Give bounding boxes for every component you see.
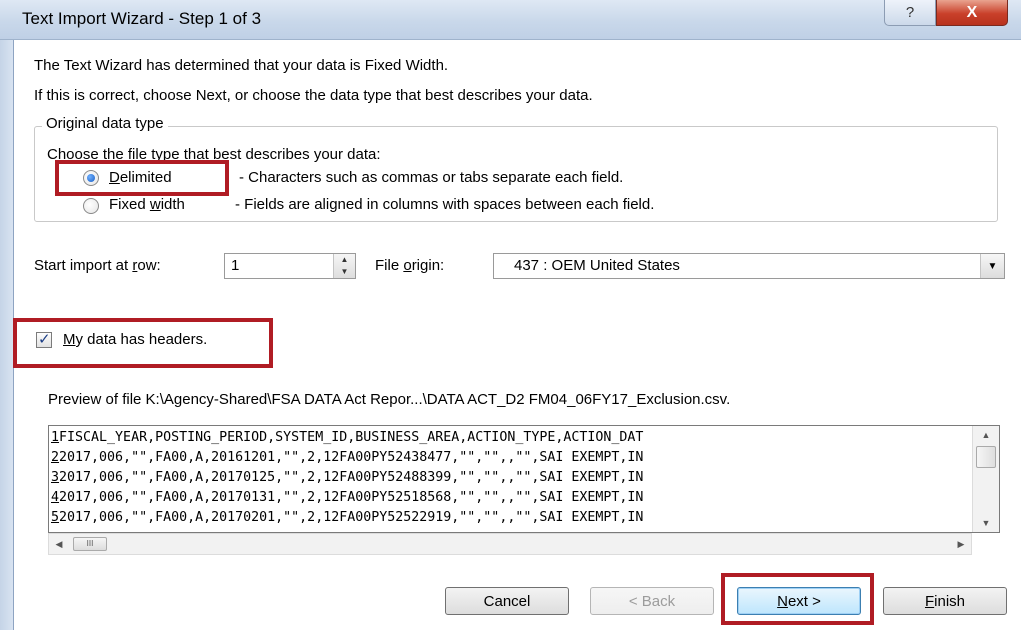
preview-vertical-scrollbar[interactable]: ▲ ▼ xyxy=(972,426,999,532)
next-highlight-box xyxy=(721,573,874,625)
fixed-width-description: - Fields are aligned in columns with spa… xyxy=(235,196,655,213)
preview-pane[interactable]: 1FISCAL_YEAR,POSTING_PERIOD,SYSTEM_ID,BU… xyxy=(48,425,1000,533)
spin-down-icon[interactable]: ▼ xyxy=(334,266,355,278)
preview-row: 52017,006,"",FA00,A,20170201,"",2,12FA00… xyxy=(51,510,644,525)
window-left-frame xyxy=(0,40,14,630)
vertical-scroll-thumb[interactable] xyxy=(976,446,996,468)
file-origin-select[interactable]: 437 : OEM United States ▼ xyxy=(493,253,1005,279)
finish-button[interactable]: Finish xyxy=(883,587,1007,615)
fixed-width-radio[interactable] xyxy=(83,198,99,214)
start-row-value: 1 xyxy=(231,257,240,274)
delimited-description: - Characters such as commas or tabs sepa… xyxy=(239,169,624,186)
delimited-highlight-box xyxy=(55,160,229,196)
close-button[interactable]: X xyxy=(936,0,1008,26)
dropdown-arrow-icon[interactable]: ▼ xyxy=(980,254,1004,278)
preview-row: 1FISCAL_YEAR,POSTING_PERIOD,SYSTEM_ID,BU… xyxy=(51,430,644,445)
cancel-button-label: Cancel xyxy=(483,592,531,610)
start-row-spinner[interactable]: 1 ▲ ▼ xyxy=(224,253,356,279)
preview-row: 32017,006,"",FA00,A,20170125,"",2,12FA00… xyxy=(51,470,644,485)
window-title: Text Import Wizard - Step 1 of 3 xyxy=(22,9,262,28)
preview-row: 42017,006,"",FA00,A,20170131,"",2,12FA00… xyxy=(51,490,644,505)
start-row-label: Start import at row: xyxy=(34,257,161,274)
finish-button-label: Finish xyxy=(924,592,966,610)
start-row-arrows[interactable]: ▲ ▼ xyxy=(333,254,355,278)
back-button[interactable]: < Back xyxy=(590,587,714,615)
scroll-right-icon[interactable]: ▶ xyxy=(951,534,971,554)
intro-line-1: The Text Wizard has determined that your… xyxy=(34,57,449,74)
preview-caption: Preview of file K:\Agency-Shared\FSA DAT… xyxy=(48,391,731,408)
group-legend: Original data type xyxy=(42,115,168,132)
horizontal-scroll-thumb[interactable]: III xyxy=(73,537,107,551)
close-icon: X xyxy=(966,3,978,21)
preview-row: 22017,006,"",FA00,A,20161201,"",2,12FA00… xyxy=(51,450,644,465)
file-origin-value: 437 : OEM United States xyxy=(514,257,680,274)
intro-line-2: If this is correct, choose Next, or choo… xyxy=(34,87,593,104)
help-icon: ? xyxy=(905,4,915,21)
fixed-width-label[interactable]: Fixed width xyxy=(109,196,185,213)
spin-up-icon[interactable]: ▲ xyxy=(334,254,355,266)
scroll-down-icon[interactable]: ▼ xyxy=(973,514,999,532)
cancel-button[interactable]: Cancel xyxy=(445,587,569,615)
file-origin-label: File origin: xyxy=(375,257,445,274)
preview-horizontal-scrollbar[interactable]: ◀ III ▶ xyxy=(48,533,972,555)
back-button-label: < Back xyxy=(628,592,676,610)
help-button[interactable]: ? xyxy=(884,0,936,26)
scroll-up-icon[interactable]: ▲ xyxy=(973,426,999,444)
scroll-left-icon[interactable]: ◀ xyxy=(49,534,69,554)
title-bar: Text Import Wizard - Step 1 of 3 ? X xyxy=(0,0,1021,40)
preview-lines: 1FISCAL_YEAR,POSTING_PERIOD,SYSTEM_ID,BU… xyxy=(51,428,973,528)
headers-highlight-box xyxy=(13,318,273,368)
